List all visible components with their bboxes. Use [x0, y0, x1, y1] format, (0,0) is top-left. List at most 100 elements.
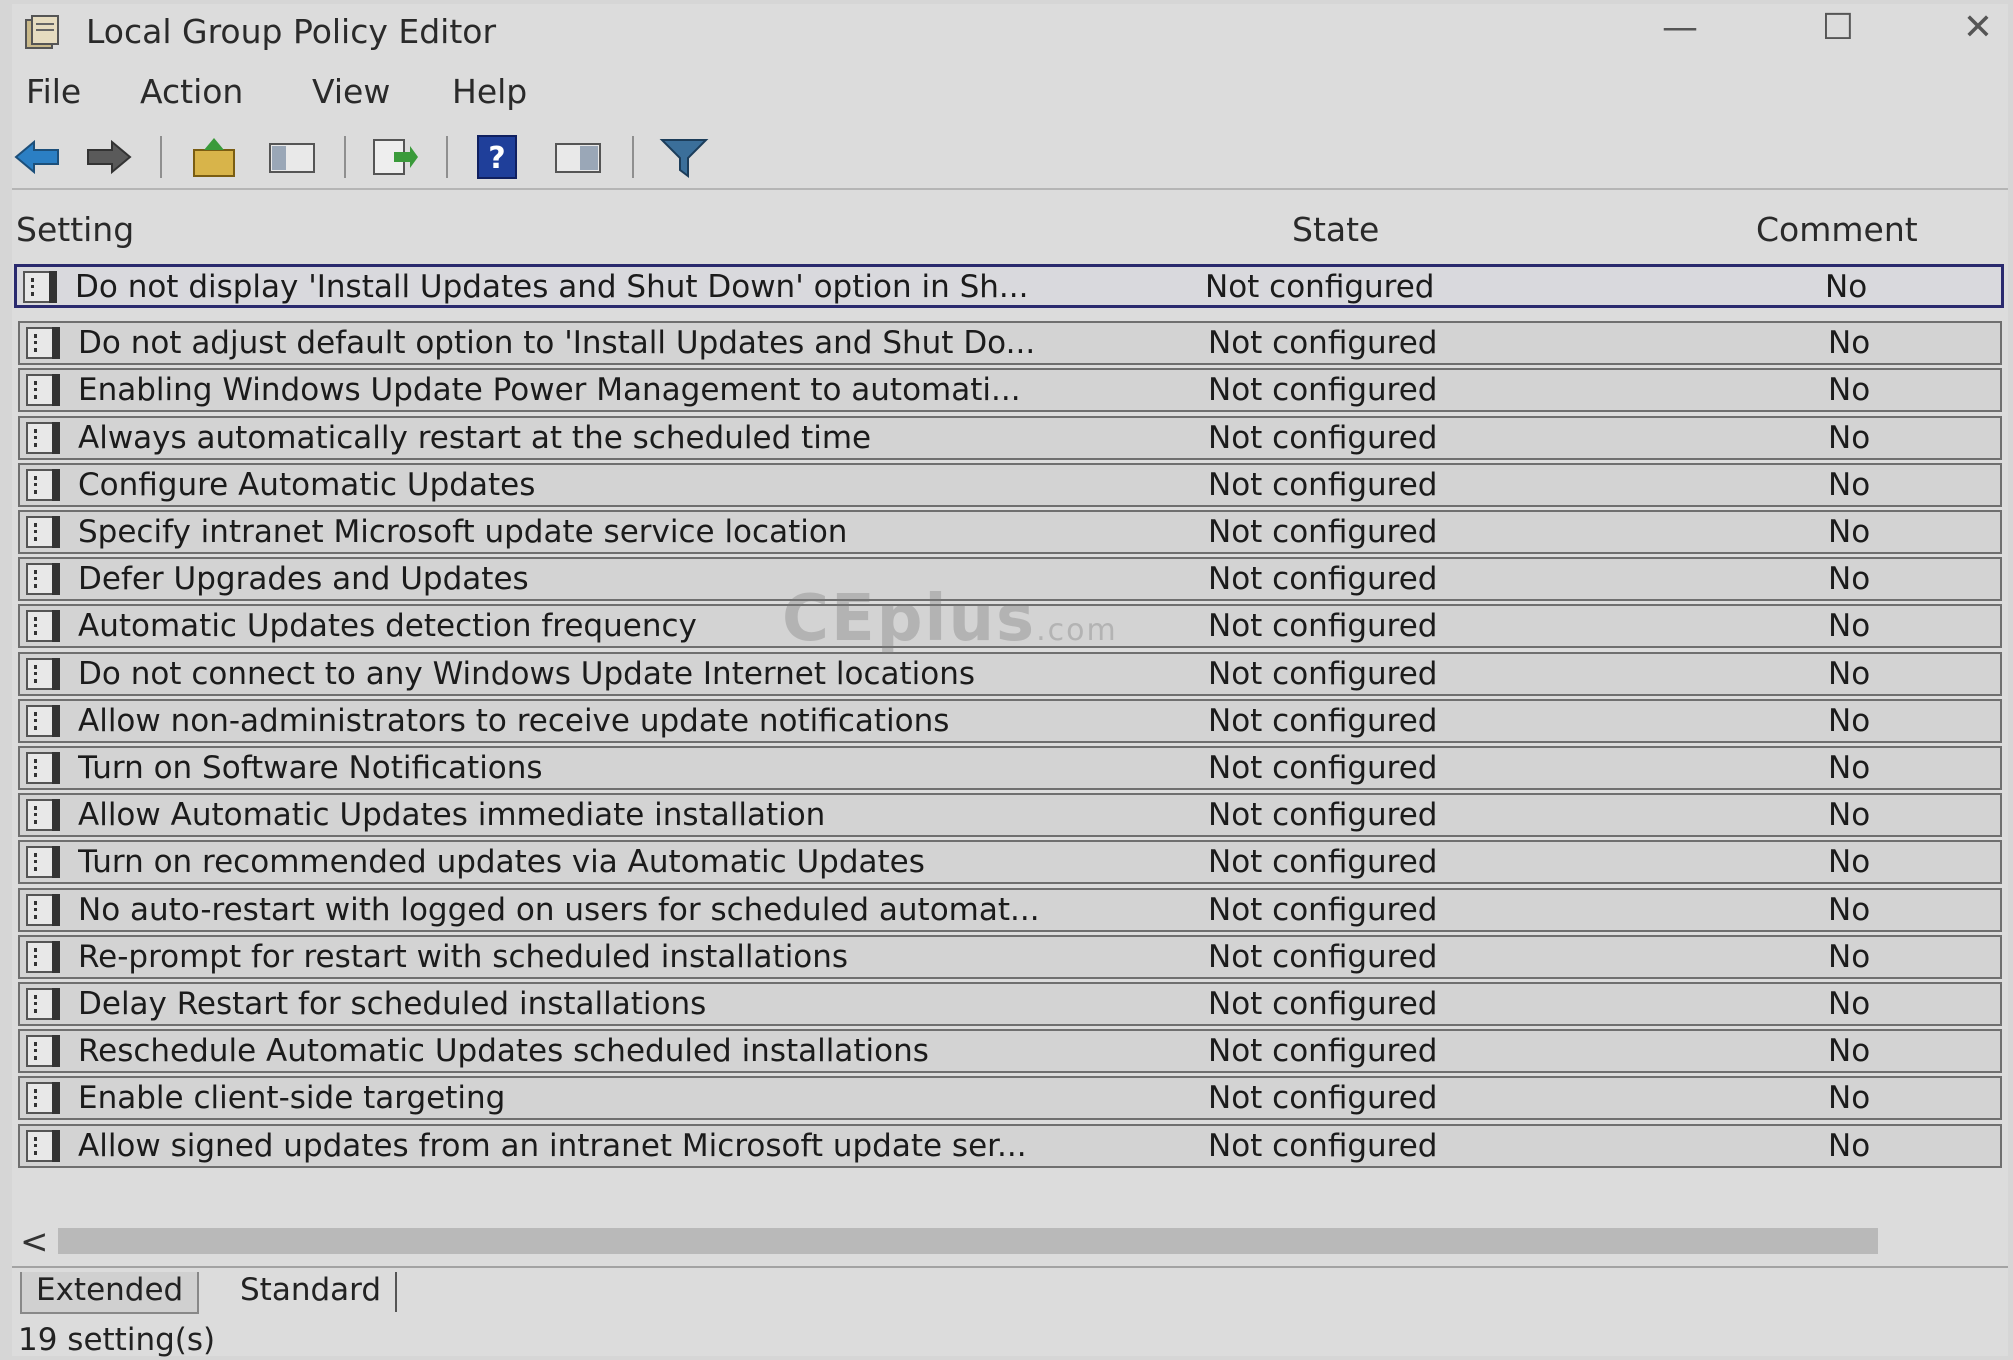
column-header: Setting State Comment	[12, 204, 2008, 260]
table-row[interactable]: Do not connect to any Windows Update Int…	[18, 652, 2002, 696]
row-setting-name: Delay Restart for scheduled installation…	[78, 986, 707, 1022]
policy-setting-icon	[26, 374, 60, 406]
table-row[interactable]: Re-prompt for restart with scheduled ins…	[18, 935, 2002, 979]
policy-setting-icon	[26, 610, 60, 642]
table-row[interactable]: Enable client-side targeting Not configur…	[18, 1076, 2002, 1120]
table-row[interactable]: Configure Automatic Updates Not configure…	[18, 463, 2002, 507]
row-comment: No	[1828, 608, 1871, 644]
row-comment: No	[1828, 420, 1871, 456]
row-comment: No	[1825, 269, 1868, 305]
row-comment: No	[1828, 986, 1871, 1022]
column-setting-header[interactable]: Setting	[16, 210, 134, 249]
row-setting-name: Do not connect to any Windows Update Int…	[78, 656, 976, 692]
maximize-button[interactable]: ☐	[1812, 6, 1864, 50]
menu-view[interactable]: View	[312, 72, 390, 111]
row-setting-name: Turn on recommended updates via Automati…	[78, 844, 925, 880]
table-row[interactable]: Allow signed updates from an intranet Mi…	[18, 1124, 2002, 1168]
table-row[interactable]: Turn on recommended updates via Automati…	[18, 840, 2002, 884]
row-comment: No	[1828, 656, 1871, 692]
policy-setting-icon	[26, 941, 60, 973]
row-state: Not configured	[1208, 561, 1438, 597]
group-policy-editor-window: Local Group Policy Editor — ☐ ✕ File Act…	[12, 4, 2008, 1358]
table-row[interactable]: Enabling Windows Update Power Management…	[18, 368, 2002, 412]
row-comment: No	[1828, 750, 1871, 786]
policy-setting-icon	[26, 799, 60, 831]
svg-text:?: ?	[488, 141, 505, 176]
back-arrow-icon[interactable]	[12, 134, 64, 180]
column-comment-header[interactable]: Comment	[1756, 210, 1918, 249]
scroll-thumb[interactable]	[58, 1228, 1878, 1254]
tab-standard[interactable]: Standard	[226, 1272, 398, 1312]
policy-setting-icon	[26, 846, 60, 878]
export-list-icon[interactable]	[368, 134, 420, 180]
row-setting-name: Always automatically restart at the sche…	[78, 420, 872, 456]
scroll-left-arrow[interactable]: <	[20, 1222, 49, 1262]
policy-setting-icon	[26, 563, 60, 595]
row-state: Not configured	[1208, 844, 1438, 880]
row-comment: No	[1828, 1128, 1871, 1164]
row-setting-name: Allow Automatic Updates immediate instal…	[78, 797, 826, 833]
row-state: Not configured	[1205, 269, 1435, 305]
tab-extended[interactable]: Extended	[20, 1272, 200, 1314]
table-row[interactable]: Do not display 'Install Updates and Shut…	[14, 264, 2004, 308]
policy-setting-icon	[26, 1082, 60, 1114]
table-row[interactable]: Do not adjust default option to 'Install…	[18, 321, 2002, 365]
table-row[interactable]: Turn on Software Notifications Not config…	[18, 746, 2002, 790]
row-state: Not configured	[1208, 892, 1438, 928]
row-state: Not configured	[1208, 1080, 1438, 1116]
row-comment: No	[1828, 1080, 1871, 1116]
table-row[interactable]: Allow Automatic Updates immediate instal…	[18, 793, 2002, 837]
toolbar-separator	[160, 136, 162, 178]
row-comment: No	[1828, 514, 1871, 550]
row-comment: No	[1828, 844, 1871, 880]
table-row[interactable]: No auto-restart with logged on users for…	[18, 888, 2002, 932]
minimize-button[interactable]: —	[1654, 6, 1706, 50]
row-setting-name: Do not adjust default option to 'Install…	[78, 325, 1036, 361]
policy-setting-icon	[26, 752, 60, 784]
policy-setting-icon	[26, 422, 60, 454]
policy-setting-icon	[26, 988, 60, 1020]
horizontal-scrollbar[interactable]: <	[12, 1220, 2008, 1262]
row-state: Not configured	[1208, 986, 1438, 1022]
filter-icon[interactable]	[658, 134, 710, 180]
menu-action[interactable]: Action	[140, 72, 243, 111]
toolbar: ?	[12, 126, 2008, 190]
row-comment: No	[1828, 939, 1871, 975]
menu-file[interactable]: File	[26, 72, 81, 111]
table-row[interactable]: Allow non-administrators to receive upda…	[18, 699, 2002, 743]
policy-setting-icon	[26, 469, 60, 501]
row-state: Not configured	[1208, 1033, 1438, 1069]
row-state: Not configured	[1208, 420, 1438, 456]
row-state: Not configured	[1208, 325, 1438, 361]
table-row[interactable]: Specify intranet Microsoft update servic…	[18, 510, 2002, 554]
row-setting-name: Configure Automatic Updates	[78, 467, 536, 503]
status-bar: 19 setting(s)	[12, 1322, 2008, 1360]
row-setting-name: Do not display 'Install Updates and Shut…	[75, 269, 1029, 305]
extended-view-icon[interactable]	[552, 134, 604, 180]
policy-setting-icon	[26, 658, 60, 690]
row-state: Not configured	[1208, 703, 1438, 739]
policy-setting-icon	[23, 271, 57, 303]
policy-setting-icon	[26, 894, 60, 926]
forward-arrow-icon[interactable]	[82, 134, 134, 180]
policy-setting-icon	[26, 1035, 60, 1067]
row-state: Not configured	[1208, 514, 1438, 550]
row-setting-name: Turn on Software Notifications	[78, 750, 543, 786]
row-setting-name: Specify intranet Microsoft update servic…	[78, 514, 848, 550]
table-row[interactable]: Delay Restart for scheduled installation…	[18, 982, 2002, 1026]
up-folder-icon[interactable]	[188, 134, 240, 180]
help-icon[interactable]: ?	[472, 134, 524, 180]
row-comment: No	[1828, 561, 1871, 597]
table-row[interactable]: Always automatically restart at the sche…	[18, 416, 2002, 460]
show-hide-tree-icon[interactable]	[266, 134, 318, 180]
row-state: Not configured	[1208, 1128, 1438, 1164]
row-setting-name: Enabling Windows Update Power Management…	[78, 372, 1021, 408]
policy-setting-icon	[26, 516, 60, 548]
close-button[interactable]: ✕	[1952, 6, 2004, 50]
table-row[interactable]: Reschedule Automatic Updates scheduled i…	[18, 1029, 2002, 1073]
policy-setting-icon	[26, 1130, 60, 1162]
column-state-header[interactable]: State	[1292, 210, 1379, 249]
row-state: Not configured	[1208, 939, 1438, 975]
menu-help[interactable]: Help	[452, 72, 527, 111]
title-bar: Local Group Policy Editor — ☐ ✕	[12, 4, 2008, 66]
